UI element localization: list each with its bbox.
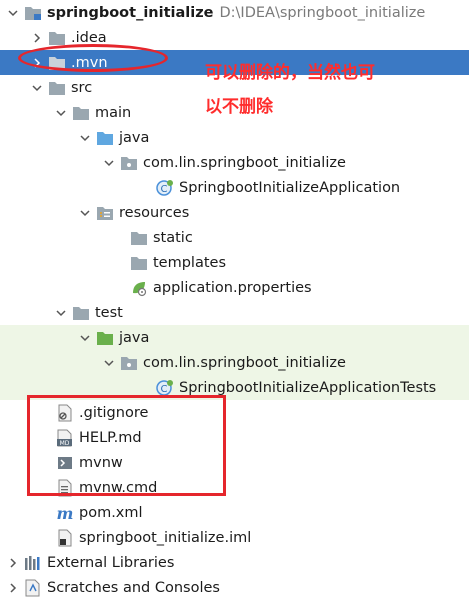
chevron-right-icon[interactable] [6, 556, 20, 570]
chevron-right-icon[interactable] [30, 31, 44, 45]
templates-label: templates [153, 254, 227, 271]
iml-label: springboot_initialize.iml [79, 529, 252, 546]
tree-row-static[interactable]: static [0, 225, 469, 250]
folder-icon [48, 29, 66, 47]
chevron-down-icon[interactable] [78, 131, 92, 145]
annotation-line-1: 可以删除的，当然也可 [205, 63, 375, 83]
tree-row-test-package[interactable]: com.lin.springboot_initialize [0, 350, 469, 375]
chevron-down-icon[interactable] [54, 106, 68, 120]
test-source-folder-icon [96, 329, 114, 347]
svg-text:m: m [57, 505, 74, 521]
folder-icon [48, 79, 66, 97]
spring-properties-icon [130, 279, 148, 297]
tree-row-iml[interactable]: springboot_initialize.iml [0, 525, 469, 550]
test-package-label: com.lin.springboot_initialize [143, 354, 346, 371]
chevron-down-icon[interactable] [102, 356, 116, 370]
libraries-icon [24, 554, 42, 572]
tree-row-main-java[interactable]: java [0, 125, 469, 150]
tree-row-main-app[interactable]: C SpringbootInitializeApplication [0, 175, 469, 200]
spring-class-icon: C [156, 179, 174, 197]
tree-row-test-java[interactable]: java [0, 325, 469, 350]
resources-folder-icon [96, 204, 114, 222]
chevron-down-icon[interactable] [6, 6, 20, 20]
svg-text:C: C [161, 184, 168, 195]
tree-row-app-props[interactable]: application.properties [0, 275, 469, 300]
module-file-icon [56, 529, 74, 547]
src-label: src [71, 79, 93, 96]
tree-row-main-package[interactable]: com.lin.springboot_initialize [0, 150, 469, 175]
chevron-down-icon[interactable] [78, 206, 92, 220]
pom-label: pom.xml [79, 504, 143, 521]
scratches-label: Scratches and Consoles [47, 579, 220, 596]
scratches-icon [24, 579, 42, 597]
tree-row-root[interactable]: springboot_initialize D:\IDEA\springboot… [0, 0, 469, 25]
resources-label: resources [119, 204, 190, 221]
module-folder-icon [24, 4, 42, 22]
package-icon [120, 154, 138, 172]
chevron-right-icon[interactable] [6, 581, 20, 595]
maven-icon: m [56, 504, 74, 522]
chevron-down-icon[interactable] [54, 306, 68, 320]
root-label: springboot_initialize [47, 4, 214, 21]
folder-icon [72, 304, 90, 322]
highlight-rectangle [27, 395, 226, 496]
highlight-ellipse [18, 44, 168, 72]
root-path: D:\IDEA\springboot_initialize [219, 4, 426, 21]
source-folder-icon [96, 129, 114, 147]
folder-icon [72, 104, 90, 122]
test-class-icon: C [156, 379, 174, 397]
tree-row-templates[interactable]: templates [0, 250, 469, 275]
chevron-down-icon[interactable] [78, 331, 92, 345]
chevron-down-icon[interactable] [30, 81, 44, 95]
svg-text:C: C [161, 384, 168, 395]
external-libraries-label: External Libraries [47, 554, 175, 571]
main-package-label: com.lin.springboot_initialize [143, 154, 346, 171]
main-app-label: SpringbootInitializeApplication [179, 179, 401, 196]
test-label: test [95, 304, 123, 321]
app-props-label: application.properties [153, 279, 312, 296]
tree-row-external-libraries[interactable]: External Libraries [0, 550, 469, 575]
test-app-label: SpringbootInitializeApplicationTests [179, 379, 437, 396]
tree-row-test[interactable]: test [0, 300, 469, 325]
tree-row-scratches[interactable]: Scratches and Consoles [0, 575, 469, 600]
tree-row-resources[interactable]: resources [0, 200, 469, 225]
package-icon [120, 354, 138, 372]
static-label: static [153, 229, 193, 246]
test-java-label: java [119, 329, 150, 346]
folder-icon [130, 254, 148, 272]
main-label: main [95, 104, 132, 121]
folder-icon [130, 229, 148, 247]
chevron-down-icon[interactable] [102, 156, 116, 170]
annotation-line-2: 以不删除 [205, 97, 273, 117]
main-java-label: java [119, 129, 150, 146]
tree-row-pom[interactable]: m pom.xml [0, 500, 469, 525]
